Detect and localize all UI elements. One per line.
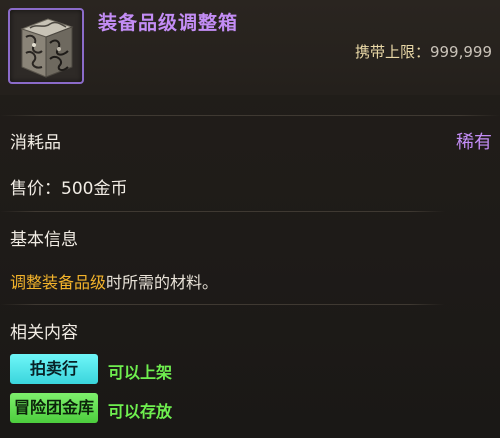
item-category: 消耗品 — [10, 133, 61, 153]
divider — [0, 211, 445, 212]
carry-limit: 携带上限：999,999 — [355, 41, 492, 62]
item-description: 调整装备品级时所需的材料。 — [10, 269, 218, 293]
adventure-bank-badge: 冒险团金库 — [10, 393, 98, 423]
section-title-related: 相关内容 — [10, 323, 78, 343]
description-text: 时所需的材料。 — [106, 273, 219, 292]
description-highlight: 调整装备品级 — [10, 273, 107, 292]
auction-house-badge: 拍卖行 — [10, 354, 98, 384]
section-title-basic-info: 基本信息 — [10, 230, 78, 250]
item-price: 售价：500金币 — [10, 179, 128, 199]
carry-limit-label: 携带上限： — [354, 43, 430, 61]
item-tooltip: 装备品级调整箱 携带上限：999,999 消耗品 稀有 售价：500金币 基本信… — [0, 0, 500, 438]
ornate-metal-cube-icon — [8, 8, 84, 84]
adventure-bank-note: 可以存放 — [108, 402, 173, 421]
tooltip-header: 装备品级调整箱 携带上限：999,999 — [0, 0, 500, 95]
item-name: 装备品级调整箱 — [98, 12, 239, 34]
auction-house-note: 可以上架 — [108, 363, 173, 382]
item-rarity: 稀有 — [456, 132, 492, 153]
divider — [0, 115, 500, 116]
divider — [0, 304, 445, 305]
carry-limit-value: 999,999 — [429, 43, 492, 61]
